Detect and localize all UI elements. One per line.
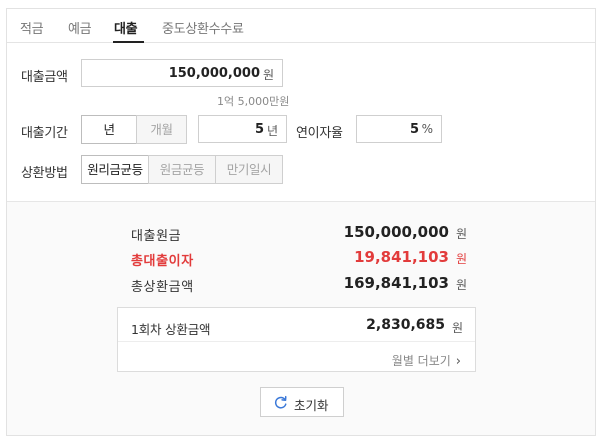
loan-amount-label: 대출금액 [21, 70, 68, 85]
tab-loan[interactable]: 대출 [114, 18, 138, 37]
reset-label: 초기화 [294, 398, 329, 413]
repayment-option-bullet[interactable]: 만기일시 [215, 155, 283, 184]
loan-calculator: 적금 예금 대출 중도상환수수료 대출금액 150,000,000 원 1억 5… [6, 8, 596, 436]
chevron-right-icon: › [455, 354, 461, 369]
period-input[interactable]: 5 년 [198, 115, 287, 143]
total-repayment-unit: 원 [455, 278, 467, 292]
reset-button[interactable]: 초기화 [260, 387, 344, 417]
interest-rate-value: 5 [409, 122, 419, 137]
calculator-tabs: 적금 예금 대출 중도상환수수료 [7, 9, 595, 43]
period-unit: 년 [266, 124, 278, 138]
total-interest-row: 총대출이자 19,841,103 원 [131, 248, 467, 269]
principal-label: 대출원금 [131, 229, 182, 244]
period-year-option[interactable]: 년 [81, 115, 137, 144]
repayment-method-label: 상환방법 [21, 166, 68, 181]
total-interest-unit: 원 [455, 252, 467, 266]
total-interest-label: 총대출이자 [131, 254, 194, 269]
principal-unit: 원 [455, 227, 467, 241]
principal-value: 150,000,000 [343, 223, 449, 241]
principal-row: 대출원금 150,000,000 원 [131, 223, 467, 244]
tab-savings[interactable]: 적금 [20, 18, 44, 37]
total-interest-value: 19,841,103 [354, 248, 449, 266]
repayment-option-equal-principal[interactable]: 원금균등 [148, 155, 216, 184]
interest-rate-unit: % [421, 122, 433, 136]
total-repayment-row: 총상환금액 169,841,103 원 [131, 274, 467, 295]
monthly-more-label: 월별 더보기 [391, 354, 451, 368]
tab-deposit[interactable]: 예금 [68, 18, 92, 37]
loan-amount-unit: 원 [262, 68, 274, 82]
first-payment-label: 1회차 상환금액 [131, 322, 211, 337]
active-tab-indicator [113, 41, 144, 43]
repayment-option-equal-installment[interactable]: 원리금균등 [81, 155, 149, 184]
loan-period-label: 대출기간 [21, 126, 68, 141]
loan-amount-input[interactable]: 150,000,000 원 [81, 59, 283, 87]
refresh-icon [274, 395, 287, 409]
total-repayment-label: 총상환금액 [131, 280, 194, 295]
interest-rate-input[interactable]: 5 % [356, 115, 442, 143]
first-payment-row: 1회차 상환금액 2,830,685 원 [118, 308, 475, 342]
loan-amount-value: 150,000,000 [168, 66, 260, 81]
total-repayment-value: 169,841,103 [343, 274, 449, 292]
interest-rate-label: 연이자율 [296, 126, 343, 141]
monthly-more-link[interactable]: 월별 더보기 › [392, 352, 461, 369]
period-value: 5 [254, 122, 264, 137]
first-payment-box: 1회차 상환금액 2,830,685 원 월별 더보기 › [117, 307, 476, 372]
loan-amount-hint: 1억 5,000만원 [217, 95, 290, 108]
first-payment-unit: 원 [451, 321, 463, 335]
tab-prepayment-fee[interactable]: 중도상환수수료 [162, 18, 244, 37]
first-payment-value: 2,830,685 [366, 317, 445, 333]
period-month-option[interactable]: 개월 [136, 115, 187, 144]
